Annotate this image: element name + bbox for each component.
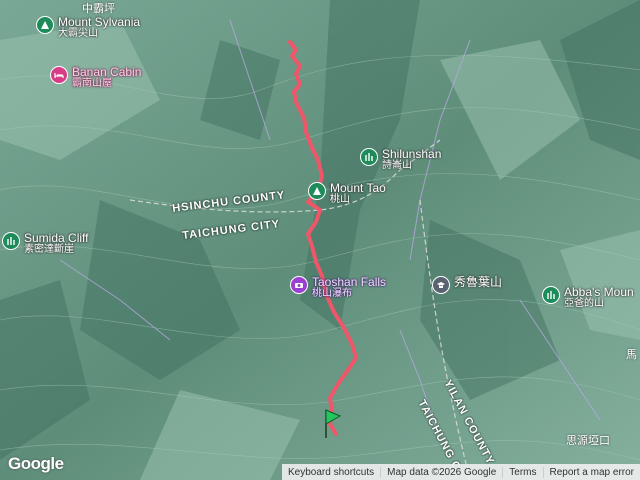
poi-name: Mount Tao [330,181,386,195]
poi-name-zh: 亞爸的山 [564,298,604,309]
poi-name-zh: 霸南山屋 [72,78,112,89]
camera-icon [290,276,308,294]
map-data-attribution: Map data ©2026 Google [380,466,502,478]
keyboard-shortcuts-link[interactable]: Keyboard shortcuts [282,467,380,478]
poi-sumida-cliff[interactable]: Sumida Cliff 素密達斷崖 [2,232,88,256]
edge-label-siyuan: 思源埡口 [566,435,610,447]
poi-name: Sumida Cliff [24,231,89,245]
poi-name: Banan Cabin [72,65,142,79]
poi-name-zh: 桃山 [330,194,350,205]
mountain-icon [308,182,326,200]
poi-name-zh: 素密達斷崖 [24,244,74,255]
poi-name: Taoshan Falls [312,275,387,289]
poi-name: Shilunshan [382,147,442,161]
school-icon [432,276,450,294]
poi-banan-cabin[interactable]: Banan Cabin 霸南山屋 [50,66,141,90]
poi-taoshan-falls[interactable]: Taoshan Falls 桃山瀑布 [290,276,386,300]
peak-icon [542,286,560,304]
report-error-link[interactable]: Report a map error [542,466,640,478]
poi-abbas-mountain[interactable]: Abba's Moun 亞爸的山 [542,286,634,310]
map-footer: Keyboard shortcuts Map data ©2026 Google… [281,464,640,480]
poi-name: Abba's Moun [564,285,634,299]
poi-name-zh: 桃山瀑布 [312,288,352,299]
bed-icon [50,66,68,84]
terms-link[interactable]: Terms [502,466,542,478]
peak-icon [2,232,20,250]
poi-name-zh: 秀魯葉山 [454,275,503,289]
poi-name: Mount Sylvania [58,15,141,29]
poi-name-zh: 大霸尖山 [58,28,98,39]
poi-mount-sylvania[interactable]: Mount Sylvania 大霸尖山 [36,16,140,40]
edge-label-ma: 馬 [626,349,637,361]
peak-icon [360,148,378,166]
mountain-icon [36,16,54,34]
poi-shilunshan[interactable]: Shilunshan 詩崙山 [360,148,441,172]
poi-name-zh: 詩崙山 [382,160,412,171]
poi-xiuluye[interactable]: 秀魯葉山 [432,276,502,294]
poi-mount-tao[interactable]: Mount Tao 桃山 [308,182,386,206]
google-logo[interactable]: Google [8,454,64,474]
top-place-label: 中霸坪 [82,3,115,15]
